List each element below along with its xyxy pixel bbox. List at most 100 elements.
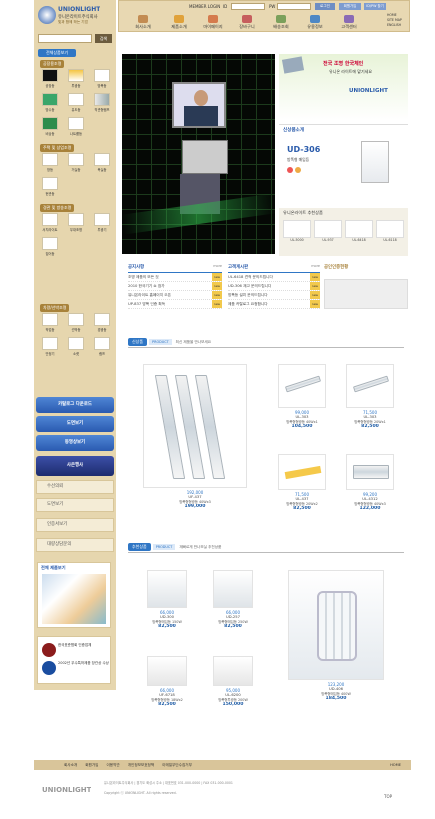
category-item[interactable]: 소켓	[64, 337, 88, 359]
brand-logo[interactable]: UNIONLIGHT 유니온라이트주식회사 빛과 함께 하는 기업	[38, 4, 112, 32]
footer-link[interactable]: 이메일무단수집거부	[162, 763, 192, 768]
product-card[interactable]: 99,000 UL-303 방폭형형광등 40Wx1 104,500	[272, 364, 332, 429]
recommend-list: UL-5000 UL-937 UL-6418 UL-6118	[283, 220, 404, 254]
login-button[interactable]: 로그인	[315, 3, 335, 10]
qna-item[interactable]: 제품 카탈로그 요청합니다 new	[228, 300, 320, 309]
category-item[interactable]: 방폭등	[90, 69, 114, 91]
footer-link[interactable]: 회사소개	[64, 763, 77, 768]
product-card[interactable]: 66,000 UF-6718 방폭형형광등 18Wx2 82,500	[138, 656, 196, 707]
top-navigation: MEMBER LOGIN ID PW 로그인 회원가입 ID/PW 찾기 HOM…	[118, 0, 410, 32]
util-english-link[interactable]: ENGLISH	[387, 23, 409, 27]
footer-link[interactable]: 이용약관	[106, 763, 119, 768]
product-card[interactable]: 99,200 UL-4312 방폭형형광등 40Wx3 122,000	[340, 454, 400, 511]
catalog-download-button[interactable]: 카탈로그 다운로드	[36, 397, 114, 413]
category-item[interactable]: 거실등	[64, 153, 88, 175]
category-item[interactable]: 유도등	[64, 93, 88, 115]
notice-more-link[interactable]: more	[213, 264, 222, 272]
qna-item[interactable]: UD-306 재고 문의드립니다 new	[228, 282, 320, 291]
category-title[interactable]: 공장용조명	[40, 60, 65, 68]
product-card[interactable]: 123,200 UD-406 방폭형매입등 400W 184,500	[272, 570, 400, 701]
sidebar-menu-drawing[interactable]: 도면보기	[36, 498, 114, 512]
footer-home-link[interactable]: HOME	[390, 763, 401, 767]
category-item[interactable]: 방등	[38, 153, 62, 175]
qna-item[interactable]: UL-6418 견적 문의드립니다 new	[228, 273, 320, 282]
product-card[interactable]: 95,000 UL-6200 방폭형투광등 200W 150,000	[204, 656, 262, 707]
join-button[interactable]: 회원가입	[339, 3, 361, 10]
movie-button[interactable]: 동영상보기	[36, 435, 114, 451]
category-item[interactable]: 방수등	[38, 93, 62, 115]
qna-more-link[interactable]: more	[311, 264, 320, 272]
category-item[interactable]: 욕실등	[90, 153, 114, 175]
product-card[interactable]: 71,500 UL-303 방폭형형광등 20Wx1 82,500	[340, 364, 400, 429]
notice-item[interactable]: 2010 한국기기 쇼 참가 new	[128, 282, 222, 291]
lamp-image	[281, 56, 305, 74]
search-button[interactable]: 검색	[95, 34, 112, 43]
nav-cart[interactable]: 장바구니	[233, 15, 261, 31]
category-title[interactable]: 경관 및 방송조명	[40, 204, 75, 212]
award-box: 한국표준협회 인증업체 2002년 우수특허제품 장관상 수상	[37, 636, 111, 684]
bullet-icon	[295, 167, 301, 173]
product-card[interactable]: 66,000 UD-300 방폭형매입등 150W 82,500	[138, 570, 196, 629]
new-product-intro[interactable]: 신상품소개 UD-306 방폭형 매입등	[279, 124, 408, 206]
category-item[interactable]: 투광기	[90, 213, 114, 235]
category-title[interactable]: 차량/선박조명	[40, 304, 70, 312]
util-home-link[interactable]: HOME	[387, 13, 409, 17]
recommend-item[interactable]: UL-937	[314, 220, 342, 242]
product-photo-box[interactable]: 전체 제품보기	[37, 562, 111, 628]
category-item[interactable]: 현관등	[38, 177, 62, 199]
qna-item[interactable]: 방폭등 설치 문의드립니다 new	[228, 291, 320, 300]
support-icon	[344, 15, 354, 23]
company-icon	[138, 15, 148, 23]
product-image	[278, 364, 326, 408]
sidebar-menu-cert[interactable]: 인증서보기	[36, 518, 114, 532]
find-idpw-button[interactable]: ID/PW 찾기	[364, 3, 386, 10]
sidebar-menu-repair[interactable]: 수선의뢰	[36, 480, 114, 494]
notice-item[interactable]: UP-837 방폭 인증 획득 new	[128, 300, 222, 309]
footer-link[interactable]: 회원가입	[85, 763, 98, 768]
notice-item[interactable]: 유니온라이트 홈페이지 오픈 new	[128, 291, 222, 300]
cert-box[interactable]: 공인인증현황	[324, 264, 408, 322]
all-products-header[interactable]: 전체상품보기	[38, 49, 76, 57]
category-item[interactable]: 직관형램프	[90, 93, 114, 115]
event-button[interactable]: 사은행사	[36, 456, 114, 476]
search-input[interactable]	[38, 34, 92, 43]
category-item[interactable]: 나트륨등	[64, 117, 88, 139]
product-card[interactable]: 192,000 UF-437 방폭형형광등 40Wx3 199,000	[132, 364, 258, 509]
id-input[interactable]	[231, 3, 265, 10]
category-item[interactable]: 비상등	[38, 117, 62, 139]
nav-support[interactable]: 고객센터	[335, 15, 363, 31]
category-item[interactable]: 안정기	[38, 337, 62, 359]
category-item[interactable]: 공장등	[38, 69, 62, 91]
category-item[interactable]: 서치라이트	[38, 213, 62, 235]
side-banner-top[interactable]: 전국 조명 한국체인 유니온 라이트에 맡기세요 UNIONLIGHT	[279, 54, 408, 120]
category-item[interactable]: 집어등	[38, 237, 62, 259]
nav-mypage[interactable]: 마이페이지	[199, 15, 227, 31]
recommend-item[interactable]: UL-6118	[376, 220, 404, 242]
util-sitemap-link[interactable]: SITE MAP	[387, 18, 409, 22]
recommend-item[interactable]: UL-6418	[345, 220, 373, 242]
product-image	[346, 454, 394, 490]
drawing-button[interactable]: 도면보기	[36, 416, 114, 432]
main-visual[interactable]	[122, 54, 275, 254]
category-item[interactable]: 경광등	[90, 313, 114, 335]
nav-products[interactable]: 제품소개	[165, 15, 193, 31]
award-title: 한국표준협회 인증업체	[58, 643, 92, 647]
nav-info[interactable]: 유용정보	[301, 15, 329, 31]
top-button[interactable]: TOP	[384, 794, 392, 799]
category-item[interactable]: 무대조명	[64, 213, 88, 235]
product-image	[288, 570, 384, 680]
nav-company[interactable]: 회사소개	[129, 15, 157, 31]
category-item[interactable]: 램프	[90, 337, 114, 359]
category-item[interactable]: 투광등	[64, 69, 88, 91]
recommend-item[interactable]: UL-5000	[283, 220, 311, 242]
product-card[interactable]: 71,500 UL-437 방폭형형광등 20Wx2 82,500	[272, 454, 332, 511]
category-item[interactable]: 작업등	[38, 313, 62, 335]
product-card[interactable]: 66,000 UD-257 방폭형매입등 250W 82,500	[204, 570, 262, 629]
sidebar-menu-inquiry[interactable]: 대량상담문의	[36, 538, 114, 552]
notice-item[interactable]: 조명 제품의 모든 것 new	[128, 273, 222, 282]
category-item[interactable]: 선박등	[64, 313, 88, 335]
category-title[interactable]: 주택 및 상업조명	[40, 144, 75, 152]
pw-input[interactable]	[277, 3, 311, 10]
footer-link[interactable]: 개인정보보호정책	[128, 763, 154, 768]
nav-delivery[interactable]: 배송조회	[267, 15, 295, 31]
